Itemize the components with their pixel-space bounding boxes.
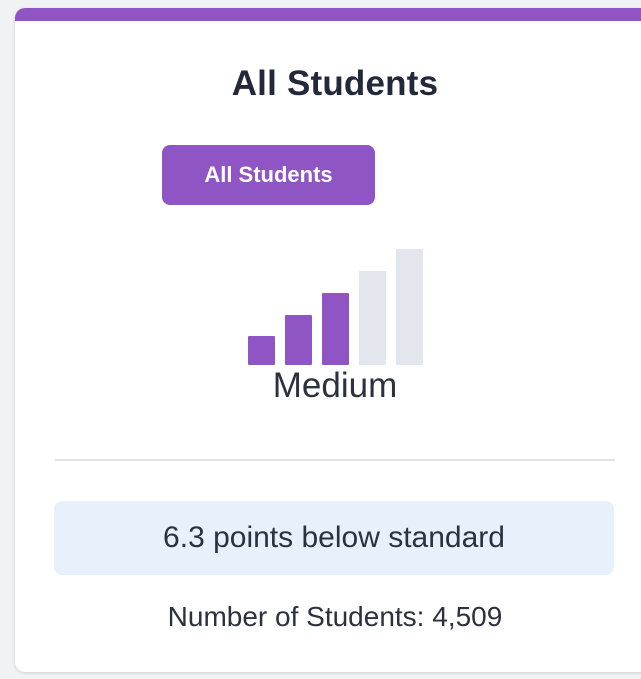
level-bar-5	[396, 249, 423, 365]
card-title: All Students	[231, 64, 439, 103]
level-bar-1	[248, 336, 275, 365]
status-text: 6.3 points below standard	[163, 521, 505, 554]
divider	[55, 459, 615, 461]
student-group-card: All Students All Students Medium 6.3 poi…	[15, 8, 641, 672]
student-group-button[interactable]: All Students	[162, 145, 375, 205]
level-bar-3	[322, 293, 349, 365]
performance-level-bars-icon	[248, 249, 423, 365]
level-bar-4	[359, 271, 386, 365]
level-bar-2	[285, 315, 312, 365]
card-accent-bar	[15, 8, 641, 21]
status-box: 6.3 points below standard	[54, 501, 614, 575]
performance-level-label: Medium	[272, 366, 398, 405]
student-count: Number of Students: 4,509	[15, 601, 641, 633]
student-count-label: Number of Students:	[167, 601, 425, 632]
student-count-value: 4,509	[432, 601, 503, 632]
